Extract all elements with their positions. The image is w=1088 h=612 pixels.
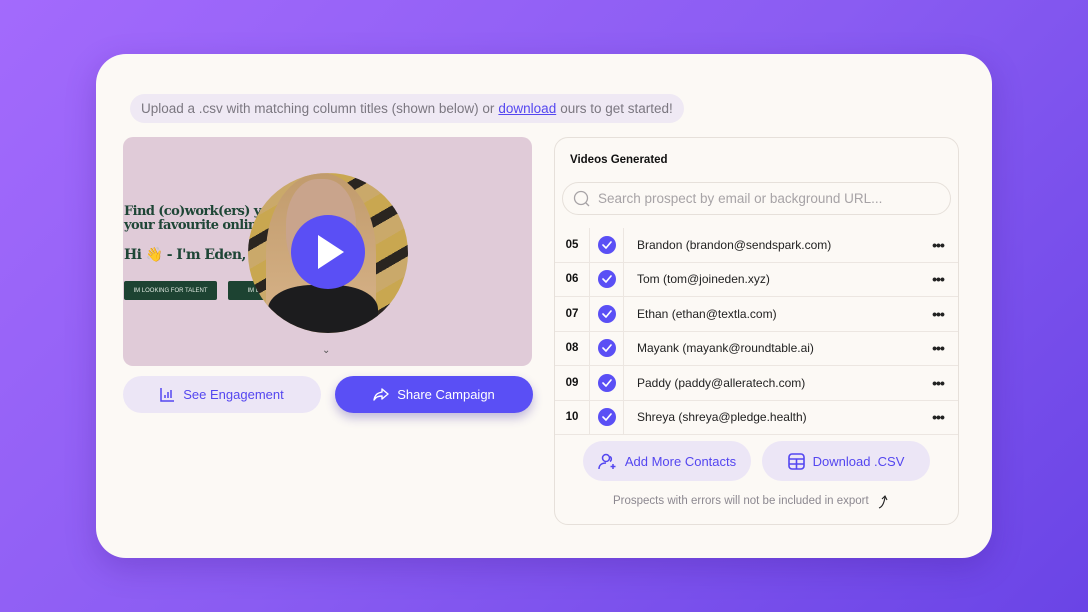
main-card: Upload a .csv with matching column title… bbox=[96, 54, 992, 558]
headline-line-1: Find (co)work(ers) you bbox=[124, 204, 278, 219]
row-number: 06 bbox=[555, 262, 590, 296]
prospect-name: Brandon (brandon@sendspark.com) bbox=[637, 237, 832, 252]
prospect-name: Mayank (mayank@roundtable.ai) bbox=[637, 341, 814, 356]
check-circle-icon[interactable] bbox=[597, 304, 616, 323]
more-options-icon[interactable]: ••• bbox=[918, 409, 958, 425]
share-campaign-button[interactable]: Share Campaign bbox=[335, 376, 533, 413]
check-circle-icon[interactable] bbox=[597, 373, 616, 392]
row-number: 07 bbox=[555, 297, 590, 331]
row-number: 09 bbox=[555, 366, 590, 400]
download-csv-label: Download .CSV bbox=[812, 453, 905, 469]
search-box[interactable] bbox=[562, 182, 951, 215]
see-engagement-label: See Engagement bbox=[183, 387, 284, 402]
prospect-row[interactable]: 07 Ethan (ethan@textla.com) ••• bbox=[555, 297, 958, 332]
video-cta-talent: IM LOOKING FOR TALENT bbox=[124, 281, 217, 300]
prospect-name: Paddy (paddy@alleratech.com) bbox=[637, 375, 806, 390]
check-circle-icon[interactable] bbox=[597, 270, 616, 289]
add-user-icon bbox=[598, 453, 616, 469]
row-number: 08 bbox=[555, 331, 590, 365]
table-icon bbox=[787, 452, 805, 470]
prospect-row[interactable]: 05 Brandon (brandon@sendspark.com) ••• bbox=[555, 228, 958, 263]
share-campaign-label: Share Campaign bbox=[397, 387, 495, 402]
search-input[interactable] bbox=[598, 191, 938, 206]
hint-suffix: ours to get started! bbox=[560, 101, 673, 116]
prospect-name: Ethan (ethan@textla.com) bbox=[637, 306, 777, 321]
more-options-icon[interactable]: ••• bbox=[918, 271, 958, 287]
add-more-contacts-button[interactable]: Add More Contacts bbox=[583, 441, 751, 481]
search-icon bbox=[573, 190, 590, 207]
add-more-contacts-label: Add More Contacts bbox=[624, 453, 737, 469]
chevron-down-icon: ⌄ bbox=[322, 345, 331, 356]
more-options-icon[interactable]: ••• bbox=[918, 375, 958, 391]
prospect-row[interactable]: 08 Mayank (mayank@roundtable.ai) ••• bbox=[555, 331, 958, 366]
bar-chart-icon bbox=[160, 388, 175, 402]
export-note-text: Prospects with errors will not be includ… bbox=[613, 495, 869, 507]
row-number: 05 bbox=[555, 228, 590, 262]
check-circle-icon[interactable] bbox=[597, 339, 616, 358]
prospect-row[interactable]: 09 Paddy (paddy@alleratech.com) ••• bbox=[555, 366, 958, 401]
prospect-row[interactable]: 06 Tom (tom@joineden.xyz) ••• bbox=[555, 262, 958, 297]
panel-title: Videos Generated bbox=[570, 154, 668, 166]
download-csv-button[interactable]: Download .CSV bbox=[762, 441, 930, 481]
prospect-name: Shreya (shreya@pledge.health) bbox=[637, 410, 807, 425]
check-circle-icon[interactable] bbox=[597, 235, 616, 254]
more-options-icon[interactable]: ••• bbox=[918, 237, 958, 253]
prospect-name: Tom (tom@joineden.xyz) bbox=[637, 272, 770, 287]
videos-generated-panel: Videos Generated 05 Brandon (brandon@send… bbox=[554, 137, 959, 525]
upload-hint: Upload a .csv with matching column title… bbox=[130, 94, 684, 123]
export-note: Prospects with errors will not be includ… bbox=[613, 493, 893, 509]
hint-prefix: Upload a .csv with matching column title… bbox=[141, 101, 495, 116]
row-number: 10 bbox=[555, 400, 590, 434]
check-circle-icon[interactable] bbox=[597, 408, 616, 427]
more-options-icon[interactable]: ••• bbox=[918, 306, 958, 322]
play-icon[interactable] bbox=[291, 215, 365, 289]
curved-arrow-icon bbox=[878, 495, 888, 509]
prospect-list: 05 Brandon (brandon@sendspark.com) ••• 06 To… bbox=[555, 228, 958, 435]
see-engagement-button[interactable]: See Engagement bbox=[123, 376, 321, 413]
download-template-link[interactable]: download bbox=[498, 101, 556, 116]
share-icon bbox=[373, 387, 389, 401]
more-options-icon[interactable]: ••• bbox=[918, 340, 958, 356]
video-preview[interactable]: Find (co)work(ers) you your favourite on… bbox=[123, 137, 532, 366]
prospect-row[interactable]: 10 Shreya (shreya@pledge.health) ••• bbox=[555, 400, 958, 435]
